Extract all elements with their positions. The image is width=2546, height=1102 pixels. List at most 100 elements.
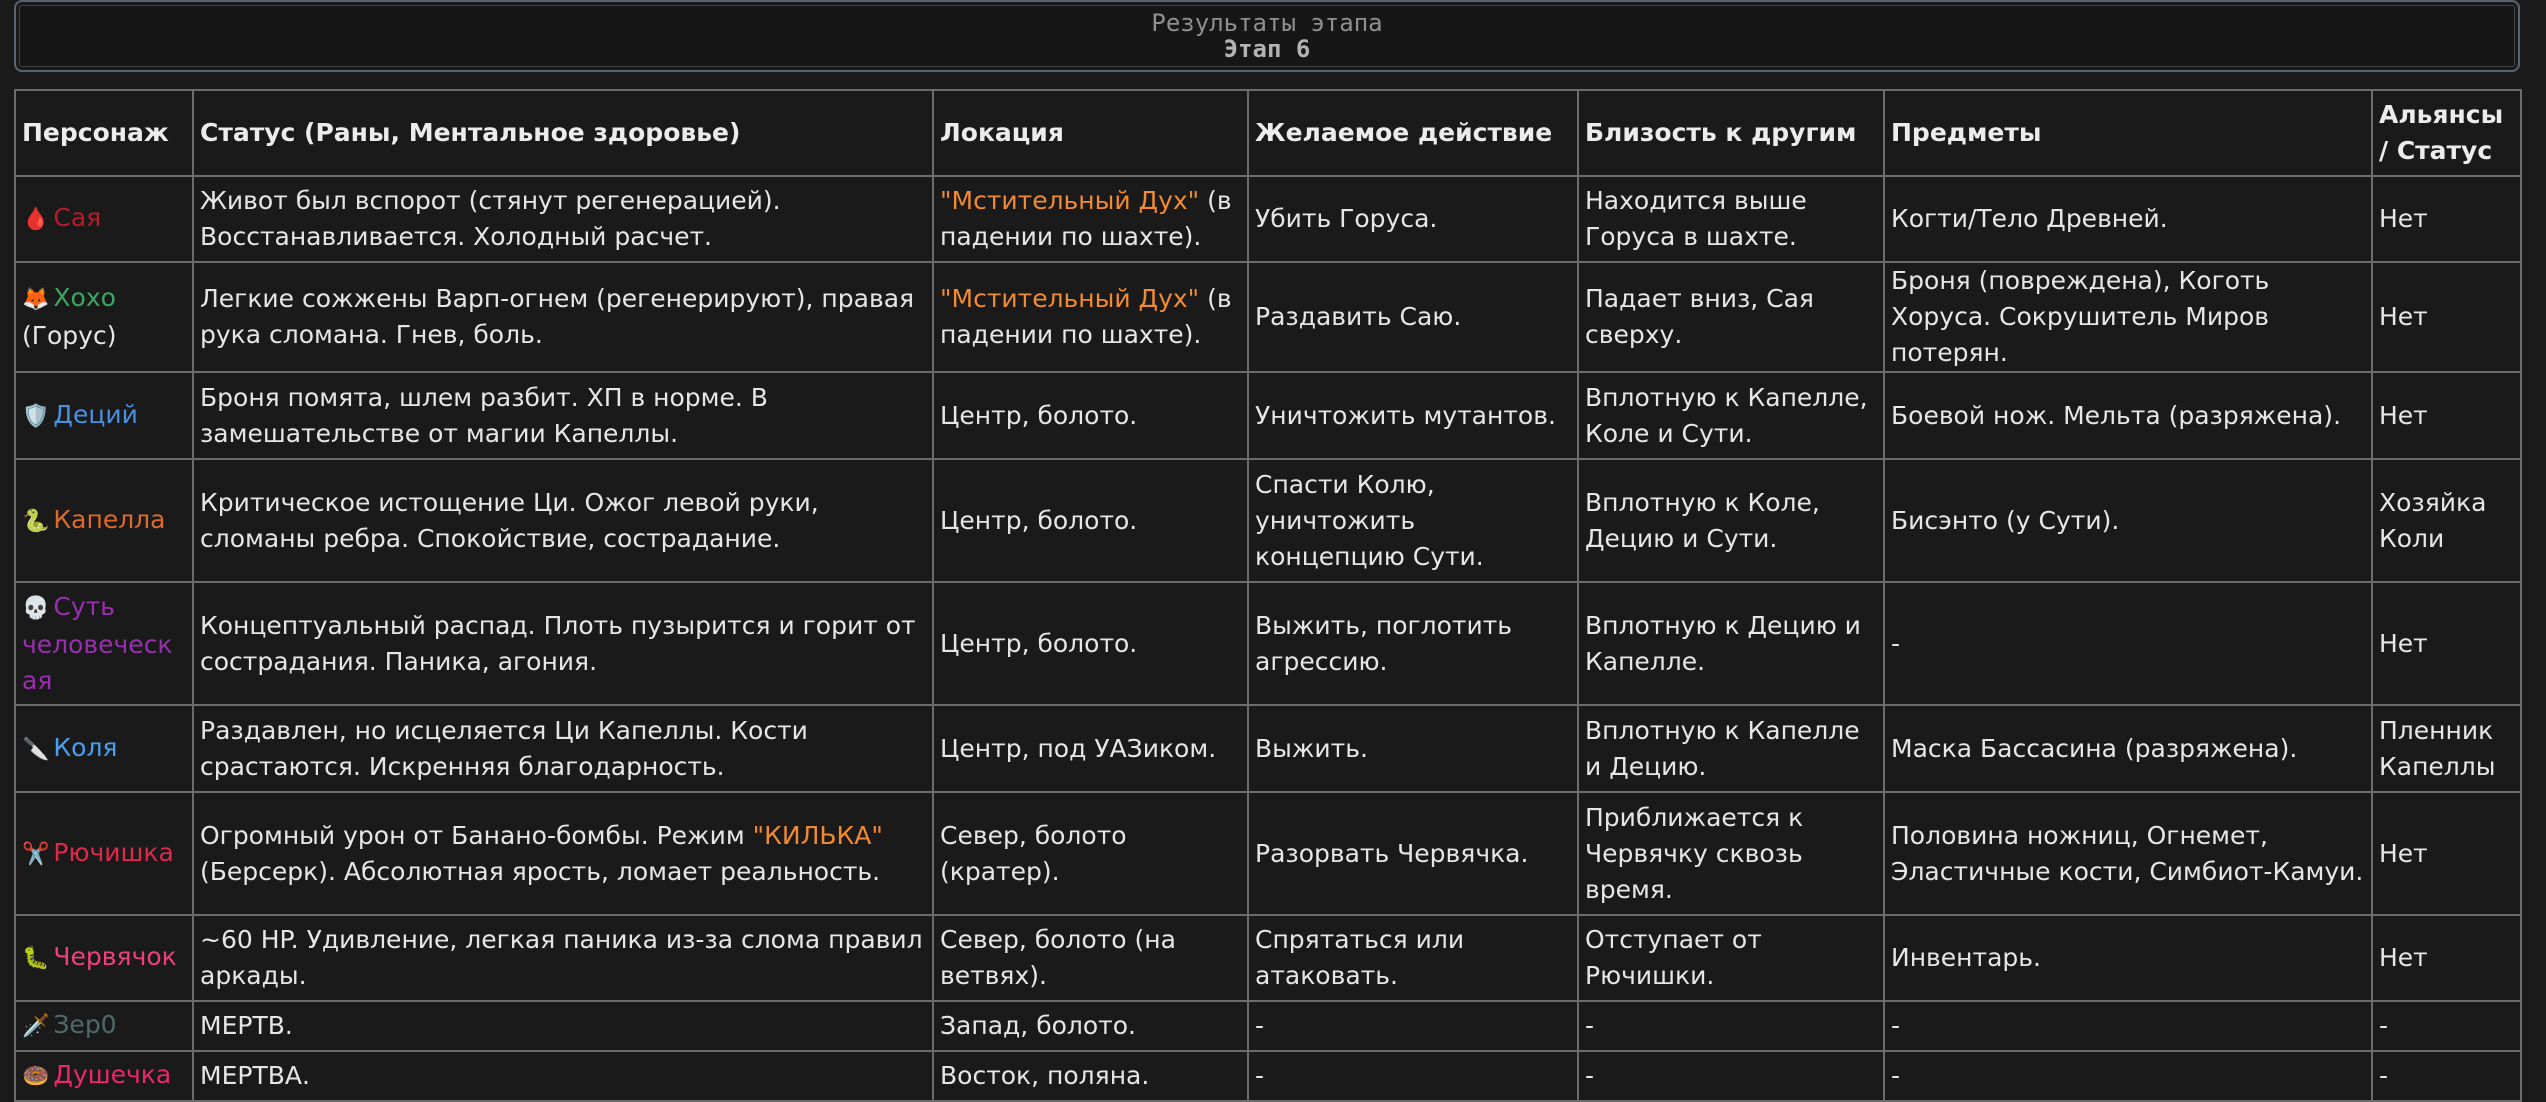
action-cell: Уничтожить мутантов.: [1247, 371, 1579, 460]
character-cell: 🩸 Сая: [14, 175, 194, 263]
proximity-cell: Отступает от Рючишки.: [1577, 914, 1885, 1002]
items-cell: -: [1883, 1050, 2373, 1102]
alliance-cell: Хозяйка Коли: [2371, 458, 2522, 583]
character-name: Деций: [53, 399, 138, 429]
alliance-cell: -: [2371, 1000, 2522, 1052]
status-cell: Концептуальный распад. Плоть пузырится и…: [192, 581, 934, 706]
items-cell: Половина ножниц, Огнемет, Эластичные кос…: [1883, 791, 2373, 916]
knife-icon: 🔪: [22, 736, 50, 762]
character-name: Хохо: [53, 283, 116, 312]
character-cell: 🔪 Коля: [14, 704, 194, 793]
scissors-icon: ✂️: [22, 841, 50, 867]
col-header-proximity: Близость к другим: [1577, 89, 1885, 177]
character-cell: 🗡️ Зер0: [14, 1000, 194, 1052]
items-cell: Бисэнто (у Сути).: [1883, 458, 2373, 583]
character-cell: 🐛 Червячок: [14, 914, 194, 1002]
proximity-cell: -: [1577, 1050, 1885, 1102]
status-cell: МЕРТВА.: [192, 1050, 934, 1102]
character-cell: ✂️ Рючишка: [14, 791, 194, 916]
skull-icon: 💀: [22, 595, 50, 621]
table-row: 💀 Суть человеческая Концептуальный распад…: [14, 581, 2522, 706]
col-header-items: Предметы: [1883, 89, 2373, 177]
character-cell: 🐍 Капелла: [14, 458, 194, 583]
character-name: Капелла: [53, 504, 166, 534]
action-cell: Раздавить Саю.: [1247, 261, 1579, 373]
status-text-end: (Берсерк). Абсолютная ярость, ломает реа…: [200, 856, 881, 886]
action-cell: -: [1247, 1000, 1579, 1052]
action-cell: Убить Горуса.: [1247, 175, 1579, 263]
status-text: Огромный урон от Банано-бомбы. Режим: [200, 820, 753, 850]
proximity-cell: Падает вниз, Сая сверху.: [1577, 261, 1885, 373]
col-header-location: Локация: [932, 89, 1249, 177]
alliance-cell: Нет: [2371, 175, 2522, 263]
location-cell: Север, болото (кратер).: [932, 791, 1249, 916]
items-cell: Инвентарь.: [1883, 914, 2373, 1002]
table-row: 🛡️ Деций Броня помята, шлем разбит. ХП в …: [14, 371, 2522, 460]
table-row: 🗡️ Зер0 МЕРТВ. Запад, болото. - - - -: [14, 1000, 2522, 1052]
banner-title: Результаты этапа: [1151, 9, 1383, 37]
worm-icon: 🐛: [22, 946, 50, 971]
table-header-row: Персонаж Статус (Раны, Ментальное здоров…: [14, 89, 2522, 177]
col-header-status: Статус (Раны, Ментальное здоровье): [192, 89, 934, 177]
status-cell: Огромный урон от Банано-бомбы. Режим "КИ…: [192, 791, 934, 916]
items-cell: -: [1883, 1000, 2373, 1052]
action-cell: -: [1247, 1050, 1579, 1102]
alliance-cell: Нет: [2371, 371, 2522, 460]
items-cell: Броня (повреждена), Коготь Хоруса. Сокру…: [1883, 261, 2373, 373]
location-highlight: "Мстительный Дух": [940, 284, 1200, 313]
location-cell: Восток, поляна.: [932, 1050, 1249, 1102]
proximity-cell: -: [1577, 1000, 1885, 1052]
proximity-cell: Вплотную к Децию и Капелле.: [1577, 581, 1885, 706]
snake-icon: 🐍: [22, 508, 50, 534]
character-name: Сая: [53, 203, 102, 232]
character-status-table: Персонаж Статус (Раны, Ментальное здоров…: [14, 89, 2522, 1102]
alliance-cell: Нет: [2371, 914, 2522, 1002]
items-cell: Боевой нож. Мельта (разряжена).: [1883, 371, 2373, 460]
dagger-icon: 🗡️: [22, 1014, 50, 1039]
items-cell: Маска Бассасина (разряжена).: [1883, 704, 2373, 793]
location-cell: Центр, болото.: [932, 581, 1249, 706]
character-name: Рючишка: [53, 837, 174, 867]
blood-drop-icon: 🩸: [22, 207, 50, 232]
character-name: Коля: [53, 732, 118, 762]
action-cell: Разорвать Червячка.: [1247, 791, 1579, 916]
stage-results-banner: Результаты этапа Этап 6: [14, 0, 2520, 72]
location-cell: Центр, под УАЗиком.: [932, 704, 1249, 793]
proximity-cell: Вплотную к Коле, Децию и Сути.: [1577, 458, 1885, 583]
character-name: Червячок: [53, 942, 177, 971]
character-cell: 💀 Суть человеческая: [14, 581, 194, 706]
status-cell: МЕРТВ.: [192, 1000, 934, 1052]
status-highlight: "КИЛЬКА": [752, 820, 883, 850]
character-alias: (Горус): [22, 321, 117, 350]
donut-icon: 🍩: [22, 1064, 50, 1089]
shield-icon: 🛡️: [22, 403, 50, 429]
location-highlight: "Мстительный Дух": [940, 186, 1200, 215]
location-cell: "Мстительный Дух" (в падении по шахте).: [932, 261, 1249, 373]
location-cell: Запад, болото.: [932, 1000, 1249, 1052]
items-cell: Когти/Тело Древней.: [1883, 175, 2373, 263]
alliance-cell: Нет: [2371, 261, 2522, 373]
alliance-cell: -: [2371, 1050, 2522, 1102]
alliance-cell: Пленник Капеллы: [2371, 704, 2522, 793]
table-row: 🐍 Капелла Критическое истощение Ци. Ожог …: [14, 458, 2522, 583]
col-header-character: Персонаж: [14, 89, 194, 177]
table-row: 🐛 Червячок ~60 HP. Удивление, легкая пани…: [14, 914, 2522, 1002]
location-cell: "Мстительный Дух" (в падении по шахте).: [932, 175, 1249, 263]
proximity-cell: Вплотную к Капелле и Децию.: [1577, 704, 1885, 793]
character-cell: 🦊 Хохо (Горус): [14, 261, 194, 373]
status-cell: Раздавлен, но исцеляется Ци Капеллы. Кос…: [192, 704, 934, 793]
table-row: 🍩 Душечка МЕРТВА. Восток, поляна. - - - -: [14, 1050, 2522, 1102]
fox-icon: 🦊: [22, 287, 50, 312]
status-cell: Легкие сожжены Варп-огнем (регенерируют)…: [192, 261, 934, 373]
table-row: 🔪 Коля Раздавлен, но исцеляется Ци Капелл…: [14, 704, 2522, 793]
table-row: 🦊 Хохо (Горус) Легкие сожжены Варп-огнем …: [14, 261, 2522, 373]
status-cell: Критическое истощение Ци. Ожог левой рук…: [192, 458, 934, 583]
banner-stage: Этап 6: [1223, 35, 1311, 63]
proximity-cell: Находится выше Горуса в шахте.: [1577, 175, 1885, 263]
location-cell: Центр, болото.: [932, 371, 1249, 460]
status-cell: Живот был вспорот (стянут регенерацией).…: [192, 175, 934, 263]
action-cell: Выжить, поглотить агрессию.: [1247, 581, 1579, 706]
location-cell: Север, болото (на ветвях).: [932, 914, 1249, 1002]
character-name: Душечка: [53, 1060, 172, 1089]
location-cell: Центр, болото.: [932, 458, 1249, 583]
